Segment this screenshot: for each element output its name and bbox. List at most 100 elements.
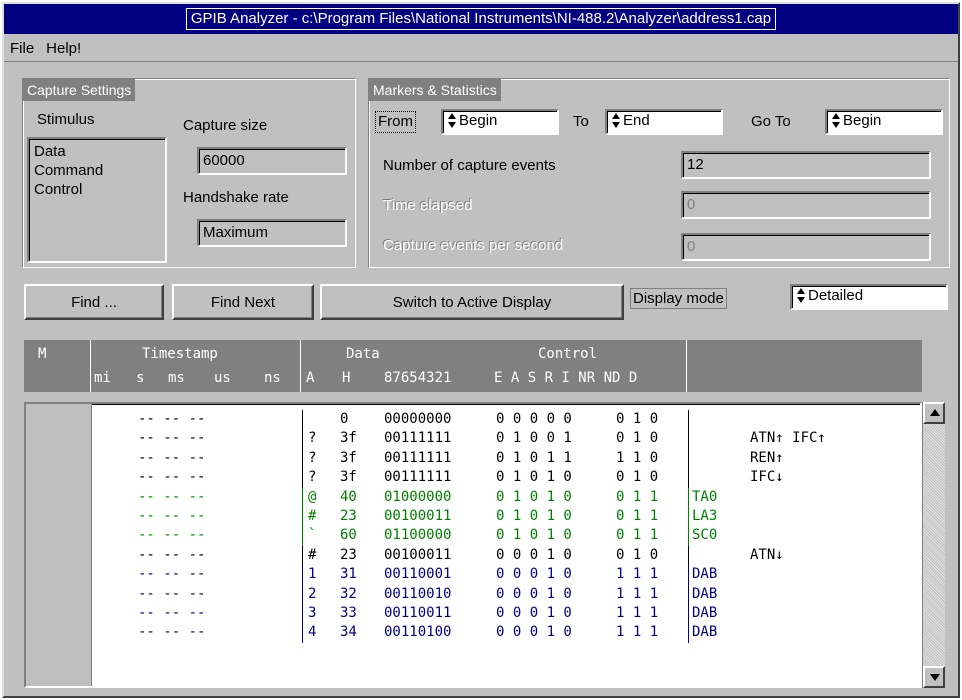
row-separator xyxy=(92,488,93,507)
cell-h: 23 xyxy=(340,546,357,563)
row-separator xyxy=(302,468,303,488)
cell-h: 60 xyxy=(340,527,357,544)
event-grid[interactable]: -- -- -- 0 00000000 0 0 0 0 00 1 0 -- -- --?… xyxy=(24,402,922,688)
table-row[interactable]: -- -- -- 2 32 00110010 0 0 0 1 0 1 1 1 DAB xyxy=(26,584,920,604)
cell-ctl1: 0 1 0 1 0 xyxy=(496,508,572,524)
handshake-rate-field[interactable]: Maximum xyxy=(197,219,347,247)
cell-a: # xyxy=(308,508,317,524)
row-separator xyxy=(688,487,689,507)
cell-ts: -- -- -- xyxy=(138,449,206,466)
from-button[interactable]: From xyxy=(375,111,416,133)
display-mode-value: Detailed xyxy=(808,287,864,304)
row-separator xyxy=(92,604,93,623)
cell-ctl1: 0 1 0 1 1 xyxy=(496,449,572,466)
cell-a: 2 xyxy=(308,585,317,602)
title-bar[interactable]: GPIB Analyzer - c:\Program Files\Nationa… xyxy=(4,4,958,34)
cell-cmd: TA0 xyxy=(692,488,718,505)
markers-statistics-group: Markers & Statistics From Begin To End G… xyxy=(368,78,950,268)
scroll-down-button[interactable] xyxy=(923,666,945,688)
capture-events-field: 12 xyxy=(681,151,931,179)
row-separator xyxy=(302,623,303,643)
spin-arrows-icon[interactable] xyxy=(611,112,621,130)
to-field[interactable]: End xyxy=(605,109,723,135)
cell-ts: -- -- -- xyxy=(138,605,206,621)
table-row[interactable]: -- -- --? 3f 00111111 0 1 0 1 0 0 1 0 IFC↓ xyxy=(26,468,920,488)
row-separator xyxy=(92,429,93,448)
cell-ctl1: 0 0 0 1 0 xyxy=(496,566,572,583)
cell-h: 23 xyxy=(340,508,357,524)
cell-ctl2: 1 1 1 xyxy=(616,585,659,602)
table-row[interactable]: -- -- --? 3f 00111111 0 1 0 1 1 1 1 0 REN↑ xyxy=(26,448,920,469)
events-per-second-field: 0 xyxy=(681,233,931,261)
column-header: M Timestamp mi s ms us ns Data Control A… xyxy=(24,340,922,392)
markers-statistics-title: Markers & Statistics xyxy=(369,79,501,101)
cell-a: @ xyxy=(308,488,317,505)
cell-ctl1: 0 0 0 1 0 xyxy=(496,605,572,621)
row-separator xyxy=(302,429,303,449)
window-title: GPIB Analyzer - c:\Program Files\Nationa… xyxy=(185,8,777,30)
vertical-scrollbar[interactable] xyxy=(922,402,945,688)
stimulus-item-data[interactable]: Data xyxy=(34,142,160,161)
display-mode-field[interactable]: Detailed xyxy=(790,284,948,310)
table-row[interactable]: -- -- -- 0 00000000 0 0 0 0 00 1 0 xyxy=(26,410,920,430)
header-data: Data xyxy=(346,346,380,362)
cell-a: 1 xyxy=(308,566,317,583)
arrow-up-icon xyxy=(930,409,940,416)
cell-h: 34 xyxy=(340,624,357,641)
switch-active-display-button[interactable]: Switch to Active Display xyxy=(320,284,624,320)
header-control: Control xyxy=(538,346,598,362)
row-separator xyxy=(688,507,689,527)
spin-arrows-icon[interactable] xyxy=(796,287,806,305)
find-button[interactable]: Find ... xyxy=(24,284,164,320)
cell-notes: ATN↑ IFC↑ xyxy=(750,430,826,447)
stimulus-list[interactable]: Data Command Control xyxy=(27,137,167,263)
spin-arrows-icon[interactable] xyxy=(447,112,457,130)
cell-a: ? xyxy=(308,469,317,486)
stimulus-label: Stimulus xyxy=(37,111,95,128)
goto-field[interactable]: Begin xyxy=(825,109,943,135)
cell-bin: 00100011 xyxy=(384,508,452,524)
table-row[interactable]: -- -- -- @40 01000000 0 1 0 1 0 0 1 1 TA0 xyxy=(26,487,920,507)
cell-a: ? xyxy=(308,430,317,447)
cell-cmd: DAB xyxy=(692,605,718,621)
scroll-up-button[interactable] xyxy=(923,402,945,424)
row-separator xyxy=(302,410,303,430)
cell-a: 3 xyxy=(308,605,317,621)
find-next-button[interactable]: Find Next xyxy=(172,284,314,320)
row-separator xyxy=(688,584,689,604)
cell-bin: 00110010 xyxy=(384,585,452,602)
table-row[interactable]: -- -- -- 4 34 00110100 0 0 0 1 0 1 1 1 DAB xyxy=(26,623,920,643)
cell-ts: -- -- -- xyxy=(138,585,206,602)
scroll-track[interactable] xyxy=(923,424,945,666)
header-control-bits: E A S R I NR ND D xyxy=(494,370,638,386)
cell-bin: 00110100 xyxy=(384,624,452,641)
cell-h: 3f xyxy=(340,449,357,466)
header-ns: ns xyxy=(264,370,281,386)
table-row[interactable]: -- -- -- #23 00100011 0 0 0 1 0 0 1 0 ATN↓ xyxy=(26,545,920,566)
cell-ctl2: 0 1 0 xyxy=(616,411,659,427)
table-row[interactable]: -- -- -- 1 31 00110001 0 0 0 1 0 1 1 1 DAB xyxy=(26,565,920,585)
table-row[interactable]: -- -- -- 3 33 00110011 0 0 0 1 01 1 1 DAB xyxy=(26,604,920,624)
cell-ctl1: 0 1 0 1 0 xyxy=(496,469,572,486)
table-row[interactable]: -- -- -- ` 60 01100000 0 1 0 1 0 0 1 1 SC0 xyxy=(26,526,920,546)
row-separator xyxy=(688,565,689,585)
spin-arrows-icon[interactable] xyxy=(831,112,841,130)
row-separator xyxy=(302,507,303,527)
menu-file[interactable]: File xyxy=(10,40,34,57)
stimulus-item-control[interactable]: Control xyxy=(34,180,160,199)
cell-bin: 01100000 xyxy=(384,527,452,544)
cell-ts: -- -- -- xyxy=(138,430,206,447)
cell-a: 4 xyxy=(308,624,317,641)
cell-ctl2: 0 1 1 xyxy=(616,508,659,524)
arrow-down-icon xyxy=(930,674,940,681)
menu-help[interactable]: Help! xyxy=(46,40,81,57)
from-field[interactable]: Begin xyxy=(441,109,559,135)
capture-size-field[interactable]: 60000 xyxy=(197,147,347,175)
stimulus-item-command[interactable]: Command xyxy=(34,161,160,180)
table-row[interactable]: -- -- -- #23 00100011 0 1 0 1 0 0 1 1 LA3 xyxy=(26,507,920,527)
cell-ctl2: 0 1 0 xyxy=(616,469,659,486)
row-separator xyxy=(302,604,303,624)
cell-ts: -- -- -- xyxy=(138,527,206,544)
table-row[interactable]: -- -- --? 3f 00111111 0 1 0 0 1 0 1 0 ATN↑ IF… xyxy=(26,429,920,449)
row-separator xyxy=(688,448,689,469)
